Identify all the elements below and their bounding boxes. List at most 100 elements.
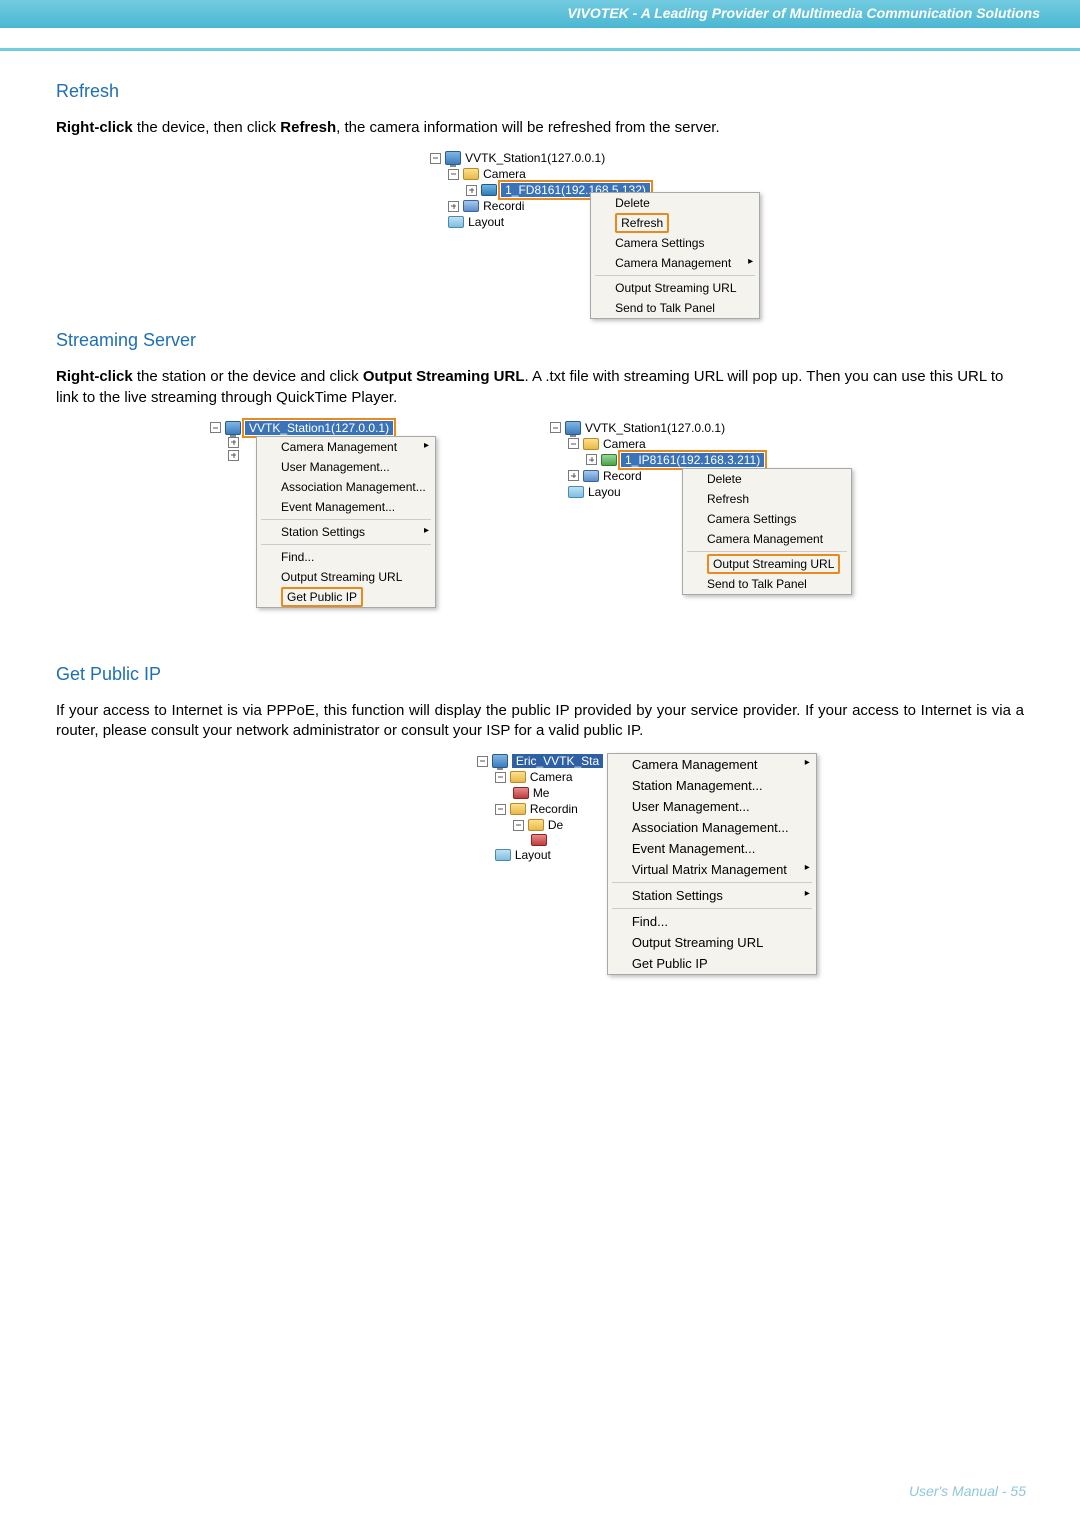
menu-find[interactable]: Find... bbox=[257, 547, 435, 567]
txt: Right-click bbox=[56, 368, 133, 385]
layout-icon bbox=[495, 849, 511, 861]
heading-streaming-server: Streaming Server bbox=[56, 330, 1024, 351]
menu-user-management[interactable]: User Management... bbox=[608, 796, 816, 817]
menu-separator bbox=[612, 882, 812, 883]
menu-output-url-label: Output Streaming URL bbox=[707, 554, 840, 574]
txt: the device, then click bbox=[133, 119, 281, 136]
txt: the station or the device and click bbox=[133, 368, 363, 385]
layout-folder-label: Layou bbox=[588, 485, 621, 499]
menu-camera-management[interactable]: Camera Management bbox=[591, 253, 759, 273]
monitor-icon bbox=[225, 421, 241, 435]
menu-association-management[interactable]: Association Management... bbox=[257, 477, 435, 497]
menu-delete[interactable]: Delete bbox=[683, 469, 851, 489]
collapse-icon[interactable] bbox=[477, 756, 488, 767]
menu-station-management[interactable]: Station Management... bbox=[608, 775, 816, 796]
context-menu: Camera Management Station Management... … bbox=[607, 753, 817, 975]
txt: Output Streaming URL bbox=[363, 368, 525, 385]
menu-refresh[interactable]: Refresh bbox=[591, 213, 759, 233]
menu-separator bbox=[687, 551, 847, 552]
folder-icon bbox=[510, 803, 526, 815]
de-folder-label: De bbox=[548, 818, 563, 832]
refresh-paragraph: Right-click the device, then click Refre… bbox=[56, 118, 1024, 138]
menu-send-to-talk-panel[interactable]: Send to Talk Panel bbox=[683, 574, 851, 594]
station-node-selected[interactable]: Eric_VVTK_Sta bbox=[512, 754, 603, 768]
expand-icon[interactable] bbox=[448, 201, 459, 212]
heading-refresh: Refresh bbox=[56, 81, 1024, 102]
menu-refresh[interactable]: Refresh bbox=[683, 489, 851, 509]
menu-user-management[interactable]: User Management... bbox=[257, 457, 435, 477]
monitor-icon bbox=[445, 151, 461, 165]
expand-icon[interactable] bbox=[228, 450, 239, 461]
context-menu: Delete Refresh Camera Settings Camera Ma… bbox=[590, 192, 760, 319]
streaming-paragraph: Right-click the station or the device an… bbox=[56, 367, 1024, 408]
station-label: VVTK_Station1(127.0.0.1) bbox=[585, 421, 725, 435]
station-node-selected[interactable]: VVTK_Station1(127.0.0.1) bbox=[245, 421, 393, 435]
menu-camera-settings[interactable]: Camera Settings bbox=[591, 233, 759, 253]
menu-output-streaming-url[interactable]: Output Streaming URL bbox=[608, 932, 816, 953]
page-content: Refresh Right-click the device, then cli… bbox=[0, 51, 1080, 1003]
txt: Refresh bbox=[280, 119, 336, 136]
menu-camera-settings[interactable]: Camera Settings bbox=[683, 509, 851, 529]
collapse-icon[interactable] bbox=[210, 422, 221, 433]
menu-output-streaming-url[interactable]: Output Streaming URL bbox=[591, 278, 759, 298]
menu-send-to-talk-panel[interactable]: Send to Talk Panel bbox=[591, 298, 759, 318]
camera-icon bbox=[513, 787, 529, 799]
collapse-icon[interactable] bbox=[513, 820, 524, 831]
collapse-icon[interactable] bbox=[430, 153, 441, 164]
monitor-icon bbox=[565, 421, 581, 435]
camera-icon bbox=[601, 454, 617, 466]
menu-camera-management[interactable]: Camera Management bbox=[608, 754, 816, 775]
recording-folder-label: Record bbox=[603, 469, 642, 483]
menu-output-streaming-url[interactable]: Output Streaming URL bbox=[683, 554, 851, 574]
camera-icon bbox=[481, 184, 497, 196]
menu-find[interactable]: Find... bbox=[608, 911, 816, 932]
monitor-icon bbox=[492, 754, 508, 768]
device-node-selected[interactable]: 1_IP8161(192.168.3.211) bbox=[621, 453, 764, 467]
menu-separator bbox=[261, 544, 431, 545]
folder-icon bbox=[463, 168, 479, 180]
collapse-icon[interactable] bbox=[550, 422, 561, 433]
camera-folder-label: Camera bbox=[483, 167, 526, 181]
menu-station-settings[interactable]: Station Settings bbox=[608, 885, 816, 906]
recording-folder-label: Recordin bbox=[530, 802, 578, 816]
menu-event-management[interactable]: Event Management... bbox=[257, 497, 435, 517]
collapse-icon[interactable] bbox=[495, 772, 506, 783]
context-menu: Camera Management User Management... Ass… bbox=[256, 436, 436, 608]
folder-icon bbox=[583, 438, 599, 450]
folder-icon bbox=[463, 200, 479, 212]
expand-icon[interactable] bbox=[228, 437, 239, 448]
figure-streaming: VVTK_Station1(127.0.0.1) Camera Manageme… bbox=[56, 420, 1024, 640]
camera-icon bbox=[531, 834, 547, 846]
expand-icon[interactable] bbox=[586, 454, 597, 465]
menu-get-public-ip[interactable]: Get Public IP bbox=[257, 587, 435, 607]
page-footer: User's Manual - 55 bbox=[909, 1483, 1026, 1499]
station-label: VVTK_Station1(127.0.0.1) bbox=[465, 151, 605, 165]
expand-icon[interactable] bbox=[466, 185, 477, 196]
menu-camera-management[interactable]: Camera Management bbox=[683, 529, 851, 549]
menu-association-management[interactable]: Association Management... bbox=[608, 817, 816, 838]
menu-separator bbox=[595, 275, 755, 276]
figure-refresh: VVTK_Station1(127.0.0.1) Camera 1_FD8161… bbox=[56, 150, 1024, 320]
context-menu: Delete Refresh Camera Settings Camera Ma… bbox=[682, 468, 852, 595]
heading-get-public-ip: Get Public IP bbox=[56, 664, 1024, 685]
menu-camera-management[interactable]: Camera Management bbox=[257, 437, 435, 457]
camera-folder-label: Camera bbox=[530, 770, 573, 784]
collapse-icon[interactable] bbox=[495, 804, 506, 815]
menu-output-streaming-url[interactable]: Output Streaming URL bbox=[257, 567, 435, 587]
menu-event-management[interactable]: Event Management... bbox=[608, 838, 816, 859]
publicip-paragraph: If your access to Internet is via PPPoE,… bbox=[56, 701, 1024, 742]
folder-icon bbox=[528, 819, 544, 831]
folder-icon bbox=[583, 470, 599, 482]
txt: Right-click bbox=[56, 119, 133, 136]
folder-icon bbox=[510, 771, 526, 783]
menu-separator bbox=[261, 519, 431, 520]
expand-icon[interactable] bbox=[568, 470, 579, 481]
menu-get-public-ip[interactable]: Get Public IP bbox=[608, 953, 816, 974]
menu-virtual-matrix-management[interactable]: Virtual Matrix Management bbox=[608, 859, 816, 880]
collapse-icon[interactable] bbox=[448, 169, 459, 180]
menu-delete[interactable]: Delete bbox=[591, 193, 759, 213]
collapse-icon[interactable] bbox=[568, 438, 579, 449]
txt: , the camera information will be refresh… bbox=[336, 119, 720, 136]
menu-station-settings[interactable]: Station Settings bbox=[257, 522, 435, 542]
layout-icon bbox=[568, 486, 584, 498]
